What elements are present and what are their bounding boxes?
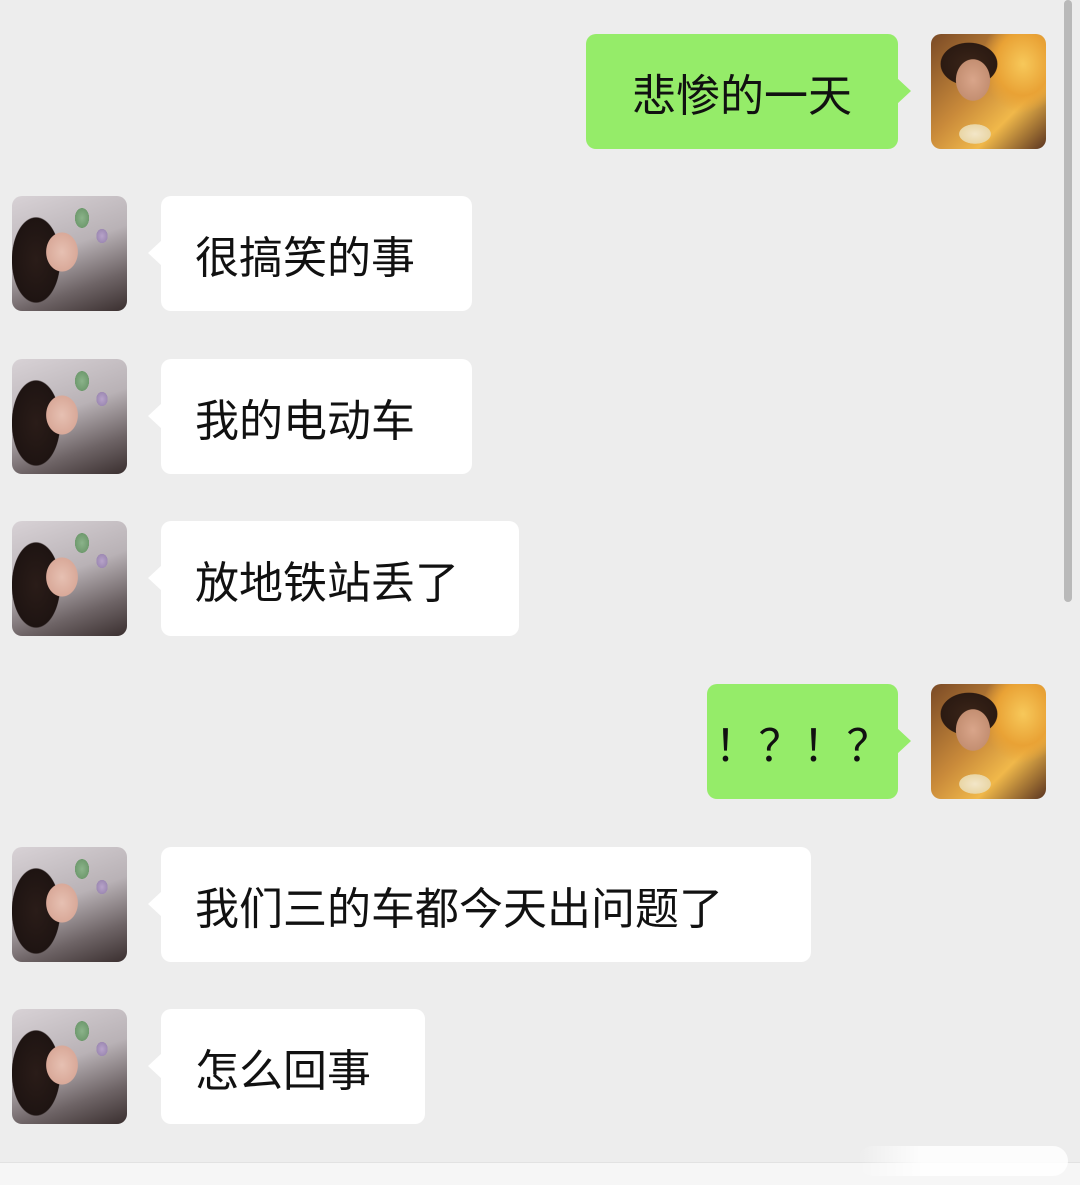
avatar-self[interactable] — [931, 684, 1046, 799]
avatar-contact[interactable] — [12, 196, 127, 311]
message-text: ！？！？ — [714, 720, 891, 772]
avatar-contact[interactable] — [12, 1009, 127, 1124]
avatar-contact[interactable] — [12, 521, 127, 636]
watermark — [858, 1146, 1068, 1176]
message-text: 怎么回事 — [195, 1045, 371, 1097]
scrollbar[interactable] — [1064, 0, 1072, 602]
message-text: 悲惨的一天 — [632, 70, 852, 122]
avatar-self[interactable] — [931, 34, 1046, 149]
message-text: 我的电动车 — [195, 395, 415, 447]
message-bubble-other[interactable]: 怎么回事 — [148, 1009, 425, 1124]
message-bubble-self[interactable]: 悲惨的一天 — [586, 34, 911, 149]
chat-message-list[interactable]: 悲惨的一天 很搞笑的事 我的电动车 放地铁站丢了 ！？！？ 我们三的车都今天出问 — [0, 0, 1080, 1162]
message-bubble-self[interactable]: ！？！？ — [707, 684, 911, 799]
message-bubble-other[interactable]: 很搞笑的事 — [148, 196, 472, 311]
message-text: 我们三的车都今天出问题了 — [195, 883, 723, 935]
message-text: 很搞笑的事 — [195, 232, 415, 284]
avatar-contact[interactable] — [12, 359, 127, 474]
message-bubble-other[interactable]: 我的电动车 — [148, 359, 472, 474]
message-bubble-other[interactable]: 我们三的车都今天出问题了 — [148, 847, 811, 962]
message-text: 放地铁站丢了 — [195, 557, 459, 609]
avatar-contact[interactable] — [12, 847, 127, 962]
message-bubble-other[interactable]: 放地铁站丢了 — [148, 521, 519, 636]
